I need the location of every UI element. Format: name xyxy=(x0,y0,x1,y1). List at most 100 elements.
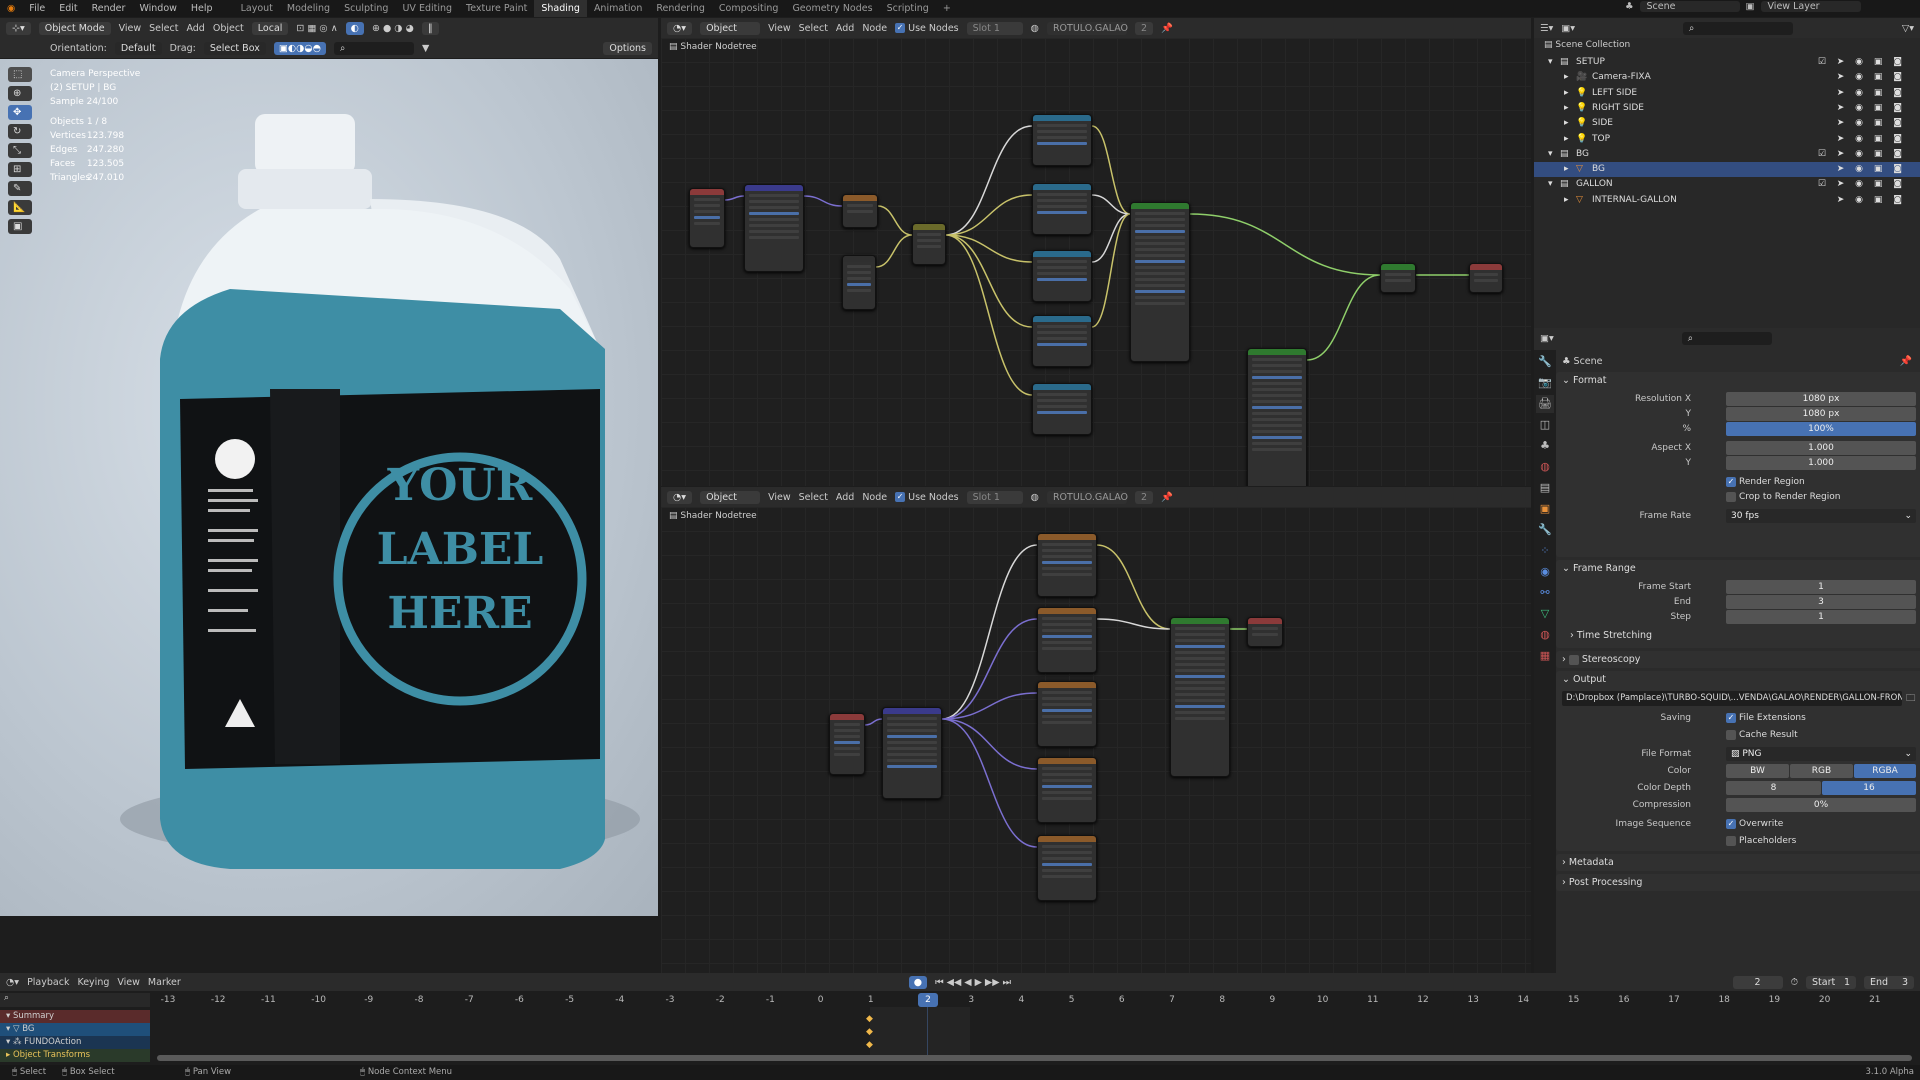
collection-tab-icon[interactable]: ▤ xyxy=(1536,479,1554,497)
shader-node[interactable] xyxy=(1032,315,1092,367)
keyframe-markers[interactable]: ◆ ◆ ◆ xyxy=(866,1013,873,1052)
shader-node[interactable] xyxy=(1380,263,1416,293)
aspect-y-field[interactable]: 1.000 xyxy=(1726,456,1916,470)
expand-icon[interactable]: ▸ xyxy=(1564,162,1569,177)
shader-node[interactable] xyxy=(912,223,946,265)
texture-tab-icon[interactable]: ▦ xyxy=(1536,647,1554,665)
outliner-row[interactable]: ▾ ▤ BG ☑ ➤ ◉ ▣ ◙ xyxy=(1534,147,1920,162)
shader-node[interactable] xyxy=(1247,617,1283,647)
editor-type-button[interactable]: ⊹▾ xyxy=(6,21,31,35)
pin-icon[interactable]: 📌 xyxy=(1161,23,1173,34)
scene-tab-icon[interactable]: ♣ xyxy=(1536,437,1554,455)
tab-texture-paint[interactable]: Texture Paint xyxy=(459,3,534,14)
node-canvas[interactable]: ▤ Shader Nodetree xyxy=(661,38,1531,486)
expand-icon[interactable]: ▸ xyxy=(1564,86,1569,101)
node-menu-add[interactable]: Add xyxy=(836,492,854,503)
move-tool-icon[interactable]: ✥ xyxy=(8,105,32,120)
editor-type-button[interactable]: ◔▾ xyxy=(667,490,693,504)
node-menu-select[interactable]: Select xyxy=(799,492,828,503)
timeline-view-menu[interactable]: View xyxy=(117,977,140,988)
shader-type-selector[interactable]: Object xyxy=(700,21,761,35)
shader-node[interactable] xyxy=(1037,835,1097,901)
add-cube-tool-icon[interactable]: ▣ xyxy=(8,219,32,234)
outliner-row[interactable]: ▸ 💡 SIDE ➤ ◉ ▣ ◙ xyxy=(1534,116,1920,131)
material-users-count[interactable]: 2 xyxy=(1134,21,1153,35)
outliner-filter-icon[interactable]: ▽▾ xyxy=(1902,23,1914,34)
file-extensions-checkbox[interactable]: ✓ File Extensions xyxy=(1726,711,1920,726)
shader-node[interactable] xyxy=(744,184,804,272)
visibility-icons[interactable]: ☑ ➤ ◉ ▣ ◙ xyxy=(1818,177,1906,192)
timeline-scrollbar[interactable] xyxy=(157,1055,1912,1061)
material-tab-icon[interactable]: ◍ xyxy=(1536,626,1554,644)
measure-tool-icon[interactable]: 📐 xyxy=(8,200,32,215)
shader-node[interactable] xyxy=(1037,607,1097,673)
outliner-row[interactable]: ▸ 💡 RIGHT SIDE ➤ ◉ ▣ ◙ xyxy=(1534,101,1920,116)
orientation-selector[interactable]: Default xyxy=(114,41,162,55)
visibility-icons[interactable]: ☑ ➤ ◉ ▣ ◙ xyxy=(1818,147,1906,162)
cursor-tool-icon[interactable]: ⊕ xyxy=(8,86,32,101)
modifier-tab-icon[interactable]: 🔧 xyxy=(1536,521,1554,539)
menu-edit[interactable]: Edit xyxy=(52,3,84,14)
shader-node[interactable] xyxy=(1247,348,1307,486)
cache-result-checkbox[interactable]: Cache Result xyxy=(1726,728,1920,743)
shader-node[interactable] xyxy=(1032,383,1092,435)
options-button[interactable]: Options xyxy=(603,41,652,55)
material-name-field[interactable]: ROTULO.GALAO xyxy=(1046,490,1128,504)
overwrite-checkbox[interactable]: ✓ Overwrite xyxy=(1726,817,1920,832)
color-rgba-option[interactable]: RGBA xyxy=(1854,764,1916,778)
frame-end-field[interactable]: 3 xyxy=(1726,595,1916,609)
rotate-tool-icon[interactable]: ↻ xyxy=(8,124,32,139)
shader-node[interactable] xyxy=(1032,183,1092,235)
start-frame-field[interactable]: Start 1 xyxy=(1806,975,1856,989)
outliner-row[interactable]: ▸ ▽ INTERNAL-GALLON ➤ ◉ ▣ ◙ xyxy=(1534,193,1920,208)
auto-keying-button[interactable]: ● xyxy=(908,975,928,989)
node-menu-select[interactable]: Select xyxy=(799,23,828,34)
tab-modeling[interactable]: Modeling xyxy=(280,3,337,14)
aspect-x-field[interactable]: 1.000 xyxy=(1726,441,1916,455)
mode-selector[interactable]: Object Mode xyxy=(38,21,111,35)
use-nodes-checkbox[interactable]: ✓ Use Nodes xyxy=(895,23,959,34)
tab-scripting[interactable]: Scripting xyxy=(880,3,936,14)
render-tab-icon[interactable]: 📷 xyxy=(1536,374,1554,392)
shader-node[interactable] xyxy=(882,707,942,799)
resolution-y-field[interactable]: 1080 px xyxy=(1726,407,1916,421)
shader-node[interactable] xyxy=(1469,263,1503,293)
expand-icon[interactable]: ▸ xyxy=(1564,116,1569,131)
menu-render[interactable]: Render xyxy=(85,3,133,14)
file-format-dropdown[interactable]: ▨ PNG ⌄ xyxy=(1726,747,1916,761)
visibility-icons[interactable]: ➤ ◉ ▣ ◙ xyxy=(1837,70,1906,85)
annotate-tool-icon[interactable]: ✎ xyxy=(8,181,32,196)
blender-logo-icon[interactable]: ◉ xyxy=(0,3,22,14)
slot-selector[interactable]: Slot 1 xyxy=(966,490,1023,504)
view-layer-selector[interactable]: View Layer xyxy=(1760,1,1861,12)
viewport-menu-add[interactable]: Add xyxy=(186,23,204,34)
visibility-icons[interactable]: ➤ ◉ ▣ ◙ xyxy=(1837,116,1906,131)
node-menu-node[interactable]: Node xyxy=(862,23,887,34)
view-layer-tab-icon[interactable]: ◫ xyxy=(1536,416,1554,434)
shader-node[interactable] xyxy=(1032,250,1092,302)
frame-start-field[interactable]: 1 xyxy=(1726,580,1916,594)
tab-sculpting[interactable]: Sculpting xyxy=(337,3,395,14)
resolution-percent-slider[interactable]: 100% xyxy=(1726,422,1916,436)
marker-menu[interactable]: Marker xyxy=(148,977,181,988)
color-rgb-option[interactable]: RGB xyxy=(1790,764,1853,778)
shader-node[interactable] xyxy=(1037,757,1097,823)
shader-node[interactable] xyxy=(842,255,876,310)
shader-node[interactable] xyxy=(1032,114,1092,166)
menu-window[interactable]: Window xyxy=(132,3,183,14)
folder-icon[interactable]: 🗀 xyxy=(1906,691,1916,707)
tab-layout[interactable]: Layout xyxy=(234,3,280,14)
use-nodes-checkbox[interactable]: ✓ Use Nodes xyxy=(895,492,959,503)
add-workspace-button[interactable]: + xyxy=(936,3,958,14)
channel-bg[interactable]: ▾ ▽ BG xyxy=(0,1023,150,1036)
pause-render-button[interactable]: ‖ xyxy=(421,21,439,35)
3d-viewport[interactable]: ⊹▾ Object Mode View Select Add Object Lo… xyxy=(0,18,658,973)
menu-file[interactable]: File xyxy=(22,3,52,14)
channel-object-transforms[interactable]: ▸ Object Transforms xyxy=(0,1049,150,1062)
pin-icon[interactable]: 📌 xyxy=(1900,356,1912,367)
snap-icon[interactable]: ⊡ ▦ ◎ ∧ xyxy=(296,23,337,34)
viewport-menu-view[interactable]: View xyxy=(119,23,142,34)
channel-action[interactable]: ▾ ⁂ FUNDOAction xyxy=(0,1036,150,1049)
stereoscopy-panel[interactable]: › Stereoscopy xyxy=(1556,651,1920,668)
node-canvas[interactable]: ▤ Shader Nodetree xyxy=(661,507,1531,973)
